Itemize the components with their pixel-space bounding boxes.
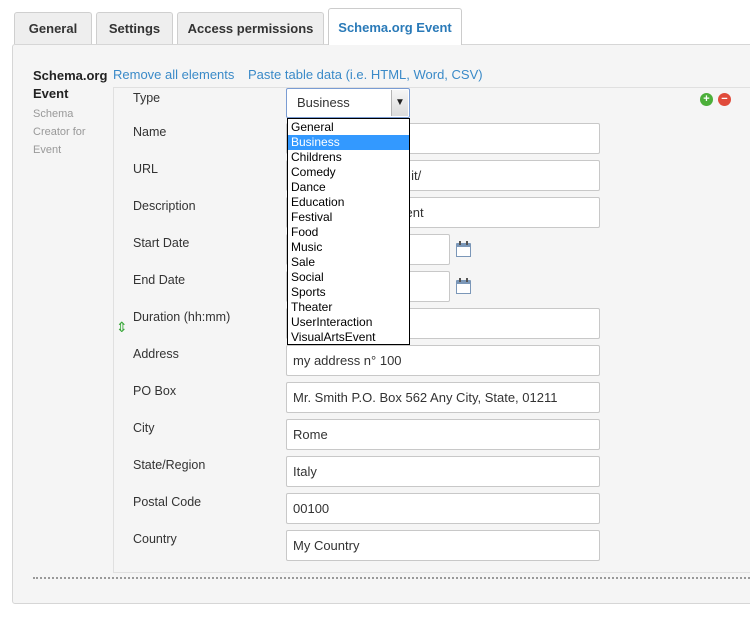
plus-circle-icon[interactable]: + (700, 93, 713, 106)
type-select-value: Business (297, 95, 350, 110)
duration-label: Duration (hh:mm) (133, 310, 231, 324)
section-description: Schema Creator for Event (33, 108, 86, 156)
po-box-label: PO Box (133, 384, 177, 398)
type-option[interactable]: Business (288, 135, 409, 150)
type-option[interactable]: Theater (288, 300, 409, 315)
type-dropdown-list: General Business Childrens Comedy Dance Educa… (287, 118, 410, 345)
city-label: City (133, 421, 155, 435)
type-option[interactable]: Comedy (288, 165, 409, 180)
type-option[interactable]: Education (288, 195, 409, 210)
address-label: Address (133, 347, 179, 361)
type-label: Type (133, 91, 161, 105)
tab-bar: General Settings Access permissions Sche… (14, 8, 750, 45)
remove-all-link[interactable]: Remove all elements (113, 67, 234, 82)
state-input[interactable]: Italy (286, 456, 600, 487)
type-option[interactable]: Music (288, 240, 409, 255)
address-input[interactable]: my address n° 100 (286, 345, 600, 376)
description-label: Description (133, 199, 196, 213)
tab-settings[interactable]: Settings (96, 12, 173, 44)
country-input[interactable]: My Country (286, 530, 600, 561)
divider (33, 577, 750, 579)
type-option[interactable]: UserInteraction (288, 315, 409, 330)
minus-circle-icon[interactable]: − (718, 93, 731, 106)
city-input[interactable]: Rome (286, 419, 600, 450)
type-option[interactable]: Social (288, 270, 409, 285)
type-option[interactable]: VisualArtsEvent (288, 330, 409, 345)
paste-table-link[interactable]: Paste table data (i.e. HTML, Word, CSV) (248, 67, 483, 82)
start-date-label: Start Date (133, 236, 190, 250)
postal-code-label: Postal Code (133, 495, 202, 509)
tab-general[interactable]: General (14, 12, 92, 44)
type-option[interactable]: Childrens (288, 150, 409, 165)
chevron-down-icon[interactable]: ▼ (391, 90, 408, 116)
name-label: Name (133, 125, 167, 139)
type-option[interactable]: Dance (288, 180, 409, 195)
postal-code-input[interactable]: 00100 (286, 493, 600, 524)
type-option[interactable]: Sports (288, 285, 409, 300)
vertical-arrows-icon[interactable]: ⇕ (116, 320, 128, 334)
type-option[interactable]: Food (288, 225, 409, 240)
tab-access-permissions[interactable]: Access permissions (177, 12, 324, 44)
table-actions: Remove all elements Paste table data (i.… (113, 67, 493, 82)
tab-schema-org-event[interactable]: Schema.org Event (328, 8, 462, 45)
end-date-label: End Date (133, 273, 186, 287)
country-label: Country (133, 532, 177, 546)
url-label: URL (133, 162, 159, 176)
type-option[interactable]: Festival (288, 210, 409, 225)
section-title: Schema.org Event (33, 68, 108, 101)
type-option[interactable]: General (288, 120, 409, 135)
type-select[interactable]: Business ▼ (286, 88, 410, 118)
state-label: State/Region (133, 458, 206, 472)
calendar-icon[interactable] (456, 278, 471, 294)
type-option[interactable]: Sale (288, 255, 409, 270)
po-box-input[interactable]: Mr. Smith P.O. Box 562 Any City, State, … (286, 382, 600, 413)
calendar-icon[interactable] (456, 241, 471, 257)
